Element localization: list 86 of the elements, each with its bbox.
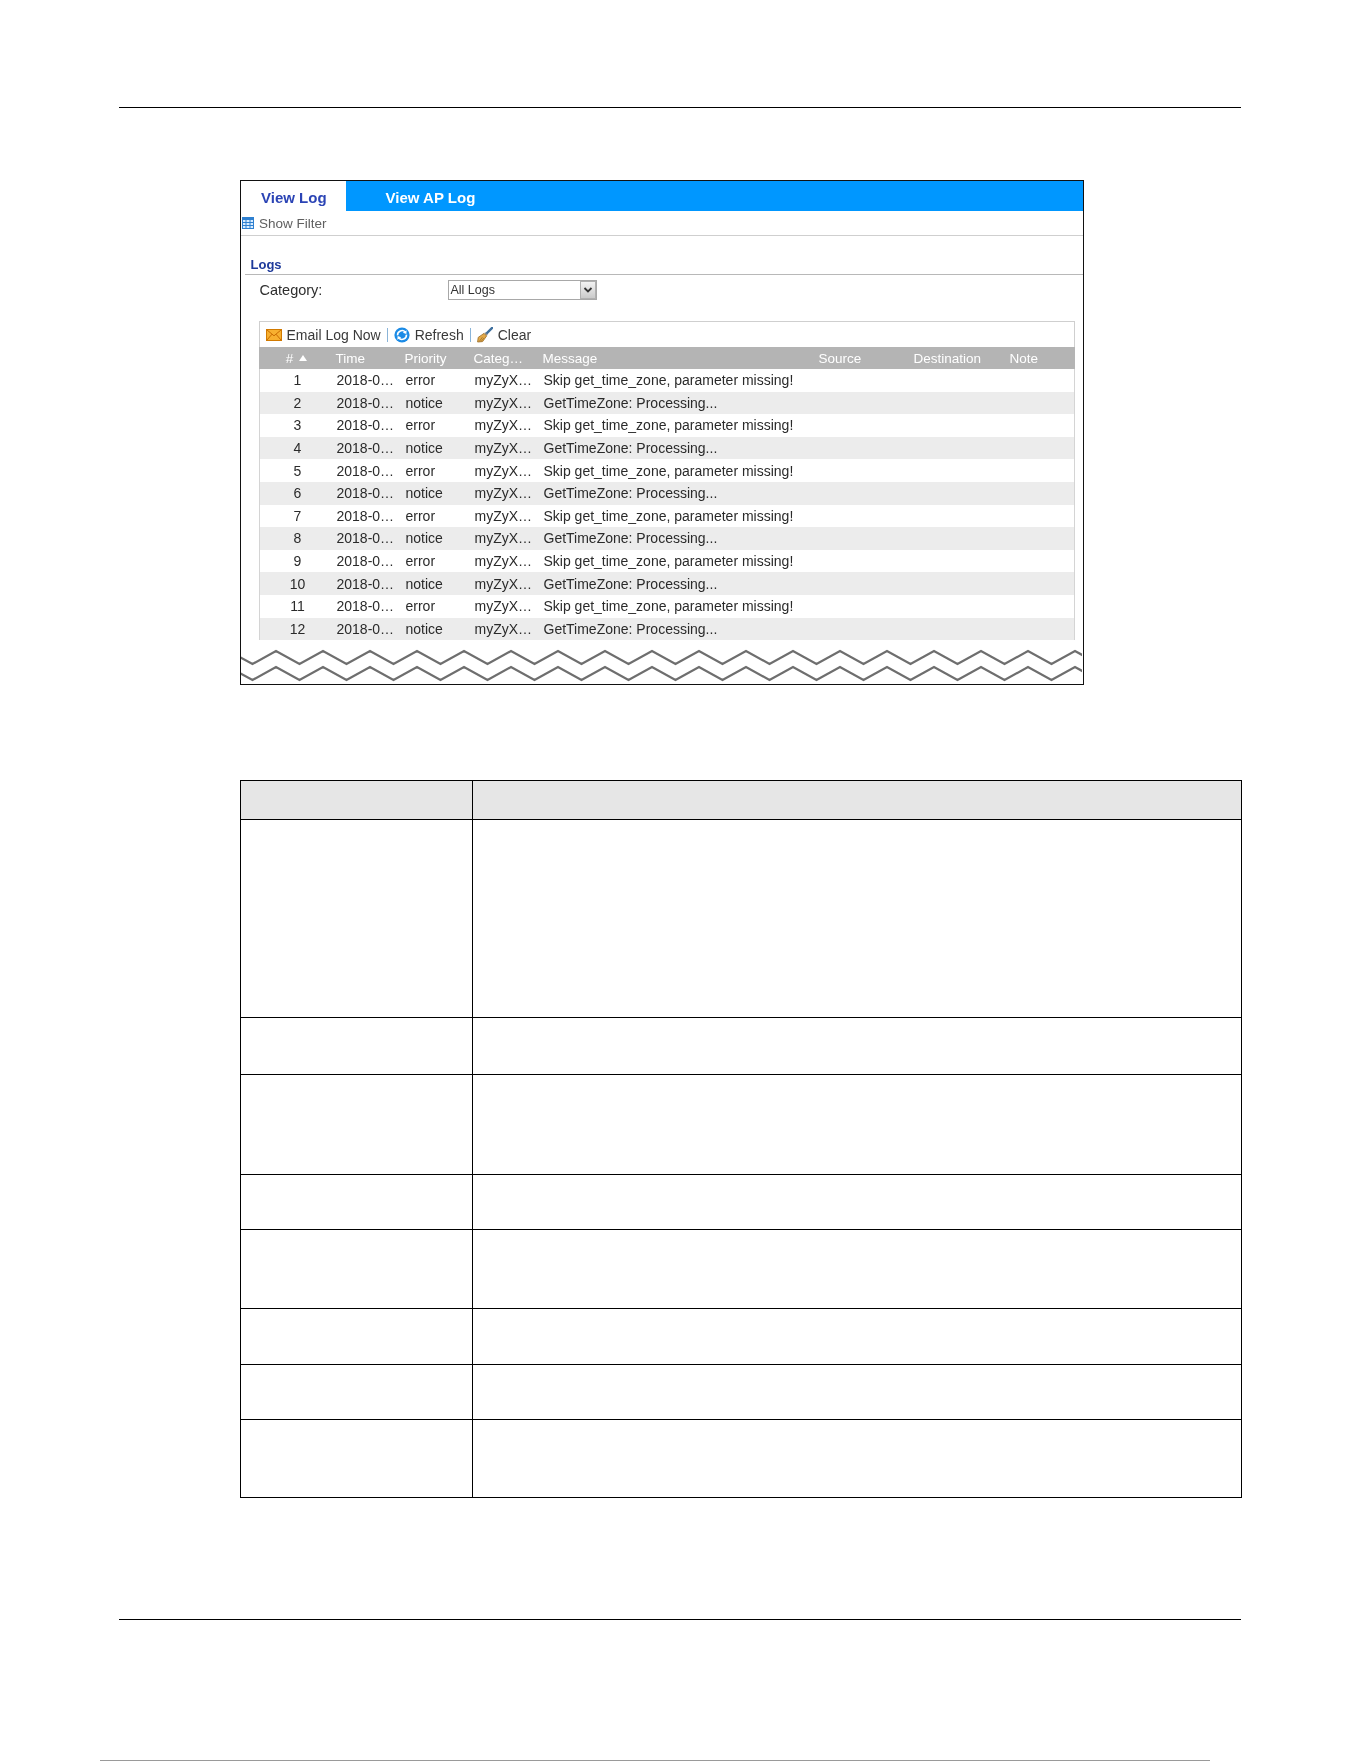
table-cell-text: 2018-0… bbox=[335, 439, 396, 459]
table-cell-text: myZyX… bbox=[473, 416, 534, 436]
table-cell-text: 6 bbox=[292, 484, 303, 504]
table-cell-text: Skip get_time_zone, parameter missing! bbox=[542, 371, 795, 391]
refresh-button[interactable]: Refresh bbox=[393, 326, 464, 343]
table-cell-text: 2018-0… bbox=[335, 461, 396, 481]
table-row[interactable]: 9 2018-0… error myZyX… Skip get_time_zone, parameter missing! bbox=[258, 549, 1075, 573]
table-cell-text: myZyX… bbox=[473, 461, 534, 481]
table-cell-text: Skip get_time_zone, parameter missing! bbox=[542, 461, 795, 481]
table-cell-text: 3 bbox=[292, 416, 303, 436]
table-row[interactable]: 10 2018-0… notice myZyX… GetTimeZone: Processing... bbox=[258, 572, 1075, 595]
table-row[interactable]: 3 2018-0… error myZyX… Skip get_time_zone, parameter missing! bbox=[258, 414, 1075, 437]
table-cell-text: myZyX… bbox=[473, 371, 534, 391]
table-cell-text: 2018-0… bbox=[335, 574, 396, 594]
table-cell-text: 7 bbox=[292, 506, 303, 526]
table-cell-text: 2018-0… bbox=[335, 416, 396, 436]
table-cell-text: myZyX… bbox=[473, 529, 534, 549]
table-cell-text: 12 bbox=[288, 619, 307, 639]
table-cell-text: 2018-0… bbox=[335, 371, 396, 391]
table-cell-text: 9 bbox=[292, 552, 303, 572]
table-cell-text: 2018-0… bbox=[335, 484, 396, 504]
table-cell-text: Skip get_time_zone, parameter missing! bbox=[542, 506, 795, 526]
table-cell-text: 8 bbox=[292, 529, 303, 549]
table-cell-text: Skip get_time_zone, parameter missing! bbox=[542, 416, 795, 436]
refresh-icon bbox=[393, 326, 410, 343]
table-cell-text: 2 bbox=[292, 393, 303, 413]
table-cell-text: 2018-0… bbox=[335, 597, 396, 617]
tab[interactable]: View Log bbox=[241, 181, 346, 211]
chevron-down-icon bbox=[579, 281, 596, 299]
table-row[interactable]: 12 2018-0… notice myZyX… GetTimeZone: Processing... bbox=[258, 617, 1075, 641]
section-title: Logs bbox=[250, 257, 282, 272]
table-cell-text: notice bbox=[404, 393, 444, 413]
clear-button[interactable]: Clear bbox=[476, 326, 532, 343]
table-cell-text: myZyX… bbox=[473, 552, 534, 572]
email-log-button[interactable]: Email Log Now bbox=[265, 326, 381, 343]
table-cell-text: myZyX… bbox=[473, 619, 534, 639]
table-cell-text: error bbox=[404, 506, 437, 526]
table-cell-text: notice bbox=[404, 529, 444, 549]
table-row[interactable]: 2 2018-0… notice myZyX… GetTimeZone: Processing... bbox=[258, 391, 1075, 415]
table-row[interactable]: 6 2018-0… notice myZyX… GetTimeZone: Processing... bbox=[258, 481, 1075, 505]
table-cell-text: 2018-0… bbox=[335, 619, 396, 639]
brush-icon bbox=[476, 326, 493, 343]
table-cell-text: GetTimeZone: Processing... bbox=[542, 439, 719, 459]
table-row[interactable]: 7 2018-0… error myZyX… Skip get_time_zone, parameter missing! bbox=[258, 504, 1075, 528]
table-cell-text: error bbox=[404, 552, 437, 572]
table-cell-text: Skip get_time_zone, parameter missing! bbox=[542, 552, 795, 572]
envelope-icon bbox=[265, 328, 282, 341]
table-row[interactable]: 4 2018-0… notice myZyX… GetTimeZone: Processing... bbox=[258, 436, 1075, 460]
table-cell-text: myZyX… bbox=[473, 393, 534, 413]
table-cell-text: notice bbox=[404, 439, 444, 459]
table-cell-text: GetTimeZone: Processing... bbox=[542, 619, 719, 639]
table-row[interactable]: 11 2018-0… error myZyX… Skip get_time_zone, parameter missing! bbox=[258, 594, 1075, 618]
table-cell-text: 2018-0… bbox=[335, 529, 396, 549]
table-cell-text: 1 bbox=[292, 371, 303, 391]
table-cell-text: 2018-0… bbox=[335, 552, 396, 572]
table-cell-text: error bbox=[404, 416, 437, 436]
table-cell-text: GetTimeZone: Processing... bbox=[542, 529, 719, 549]
table-cell-text: myZyX… bbox=[473, 439, 534, 459]
table-cell-text: Skip get_time_zone, parameter missing! bbox=[542, 597, 795, 617]
show-filter-button[interactable]: Show Filter bbox=[242, 215, 327, 231]
table-cell-text: error bbox=[404, 597, 437, 617]
table-icon bbox=[242, 217, 254, 229]
table-cell-text: notice bbox=[404, 574, 444, 594]
table-cell-text: 5 bbox=[292, 461, 303, 481]
sort-ascending-icon bbox=[299, 355, 308, 361]
table-cell-text: myZyX… bbox=[473, 484, 534, 504]
table-cell-text: myZyX… bbox=[473, 597, 534, 617]
table-cell-text: 11 bbox=[289, 597, 306, 617]
table-row[interactable]: 8 2018-0… notice myZyX… GetTimeZone: Processing... bbox=[258, 527, 1075, 550]
table-cell-text: GetTimeZone: Processing... bbox=[542, 484, 719, 504]
table-row[interactable]: 1 2018-0… error myZyX… Skip get_time_zone, parameter missing! bbox=[258, 369, 1075, 392]
table-cell-text: 10 bbox=[288, 574, 307, 594]
table-cell-text: notice bbox=[404, 619, 444, 639]
table-row[interactable]: 5 2018-0… error myZyX… Skip get_time_zone, parameter missing! bbox=[258, 459, 1075, 482]
category-dropdown[interactable]: All Logs bbox=[447, 280, 597, 300]
table-cell-text: myZyX… bbox=[473, 506, 534, 526]
table-cell-text: GetTimeZone: Processing... bbox=[542, 574, 719, 594]
table-cell-text: notice bbox=[404, 484, 444, 504]
table-cell-text: 4 bbox=[292, 439, 303, 459]
table-cell-text: error bbox=[404, 461, 437, 481]
table-cell-text: error bbox=[404, 371, 437, 391]
table-cell-text: myZyX… bbox=[473, 574, 534, 594]
field-label: Category: bbox=[258, 282, 324, 298]
table-cell-text: 2018-0… bbox=[335, 393, 396, 413]
table-cell-text: GetTimeZone: Processing... bbox=[542, 393, 719, 413]
table-cell-text: 2018-0… bbox=[335, 506, 396, 526]
